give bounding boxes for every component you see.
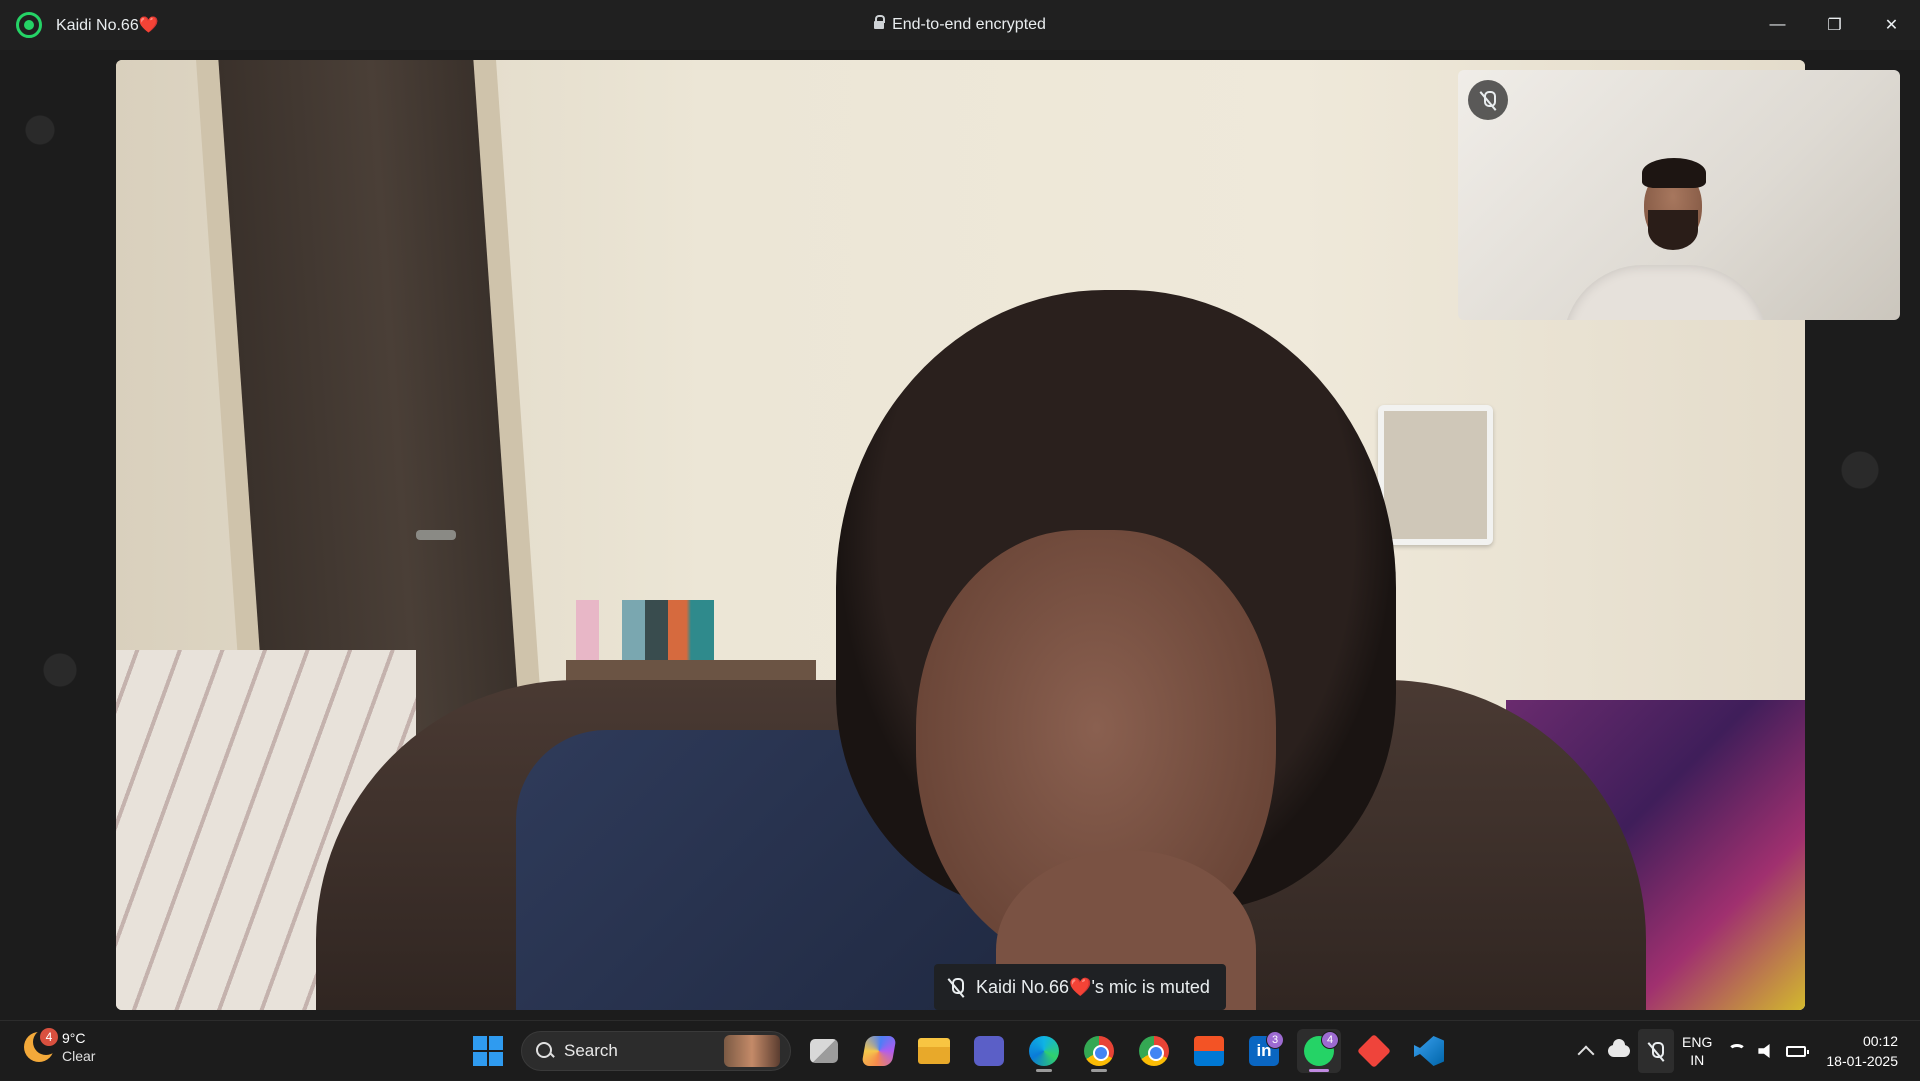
weather-widget[interactable]: 4 9°C Clear [24, 1028, 95, 1065]
self-video-preview[interactable] [1458, 70, 1900, 320]
language-secondary: IN [1690, 1052, 1705, 1068]
encryption-status: End-to-end encrypted [0, 0, 1920, 50]
mic-off-icon [1646, 1041, 1666, 1061]
edge-button[interactable] [1022, 1029, 1066, 1073]
self-video-beard [1648, 210, 1698, 250]
window-controls: — ❐ ✕ [1749, 0, 1920, 50]
video-mirror [1378, 405, 1493, 545]
quick-settings-button[interactable] [1720, 1029, 1814, 1073]
start-button[interactable] [466, 1029, 510, 1073]
taskbar: 4 9°C Clear Search in 3 4 ENG IN 00:12 1… [0, 1020, 1920, 1080]
clock[interactable]: 00:12 18-01-2025 [1814, 1029, 1920, 1073]
language-switcher[interactable]: ENG IN [1674, 1029, 1720, 1073]
chat-name: Kaidi No.66❤️ [56, 17, 159, 34]
vscode-button[interactable] [1407, 1029, 1451, 1073]
weather-condition: Clear [62, 1048, 96, 1064]
volume-icon [1758, 1044, 1770, 1058]
mic-off-icon [1478, 90, 1498, 110]
self-mic-muted-indicator [1468, 80, 1508, 120]
task-view-button[interactable] [802, 1029, 846, 1073]
file-explorer-button[interactable] [912, 1029, 956, 1073]
weather-temperature: 9°C [62, 1030, 86, 1046]
system-tray: ENG IN 00:12 18-01-2025 [1572, 1021, 1920, 1081]
running-indicator [1091, 1069, 1107, 1072]
linkedin-badge: 3 [1266, 1031, 1284, 1049]
chrome-button-2[interactable] [1132, 1029, 1176, 1073]
show-hidden-icons-button[interactable] [1572, 1029, 1600, 1073]
microphone-status-button[interactable] [1638, 1029, 1675, 1073]
self-video-hair [1642, 158, 1706, 188]
taskbar-search[interactable]: Search [521, 1031, 791, 1071]
video-shelf-items [576, 600, 806, 660]
taskbar-apps: Search in 3 4 [466, 1029, 1451, 1073]
chrome-icon [1139, 1036, 1169, 1066]
chrome-button-1[interactable] [1077, 1029, 1121, 1073]
copilot-icon [861, 1036, 897, 1066]
encryption-label: End-to-end encrypted [892, 16, 1046, 33]
copilot-button[interactable] [857, 1029, 901, 1073]
language-primary: ENG [1682, 1034, 1713, 1050]
title-bar: Kaidi No.66❤️ End-to-end encrypted — ❐ ✕ [0, 0, 1920, 50]
call-area: Kaidi No.66❤️'s mic is muted [0, 50, 1920, 1020]
chrome-icon [1084, 1036, 1114, 1066]
cloud-icon [1608, 1039, 1631, 1057]
mic-muted-notice: Kaidi No.66❤️'s mic is muted [934, 964, 1226, 1010]
windows-logo-icon [473, 1036, 503, 1066]
anydesk-button[interactable] [1352, 1029, 1396, 1073]
whatsapp-badge: 4 [1321, 1031, 1339, 1049]
clock-time: 00:12 [1862, 1033, 1898, 1049]
search-highlight-image [724, 1035, 780, 1067]
search-label: Search [564, 1041, 618, 1060]
mic-off-icon [946, 977, 966, 997]
vscode-icon [1414, 1036, 1444, 1066]
weather-badge: 4 [40, 1028, 58, 1046]
edge-icon [1029, 1036, 1059, 1066]
search-icon [536, 1042, 554, 1060]
task-view-icon [810, 1039, 838, 1063]
whatsapp-logo-icon [16, 12, 42, 38]
running-indicator [1036, 1069, 1052, 1072]
chevron-up-icon [1577, 1045, 1595, 1063]
lock-icon [874, 15, 886, 32]
anydesk-icon [1357, 1034, 1391, 1068]
battery-icon [1786, 1045, 1810, 1057]
wifi-icon [1728, 1044, 1747, 1058]
teams-button[interactable] [967, 1029, 1011, 1073]
clock-date: 18-01-2025 [1826, 1053, 1898, 1069]
whatsapp-button[interactable]: 4 [1297, 1029, 1341, 1073]
linkedin-button[interactable]: in 3 [1242, 1029, 1286, 1073]
active-indicator [1309, 1069, 1329, 1072]
folder-icon [918, 1038, 950, 1064]
onedrive-button[interactable] [1600, 1029, 1638, 1073]
microsoft-store-button[interactable] [1187, 1029, 1231, 1073]
window-title-group: Kaidi No.66❤️ [0, 12, 159, 38]
store-icon [1194, 1036, 1224, 1066]
close-button[interactable]: ✕ [1863, 0, 1920, 50]
teams-icon [974, 1036, 1004, 1066]
minimize-button[interactable]: — [1749, 0, 1806, 50]
self-video-hoodie [1563, 265, 1768, 320]
video-door-handle [416, 530, 456, 540]
mic-muted-text: Kaidi No.66❤️'s mic is muted [976, 976, 1210, 997]
restore-button[interactable]: ❐ [1806, 0, 1863, 50]
weather-text: 9°C Clear [62, 1029, 95, 1065]
